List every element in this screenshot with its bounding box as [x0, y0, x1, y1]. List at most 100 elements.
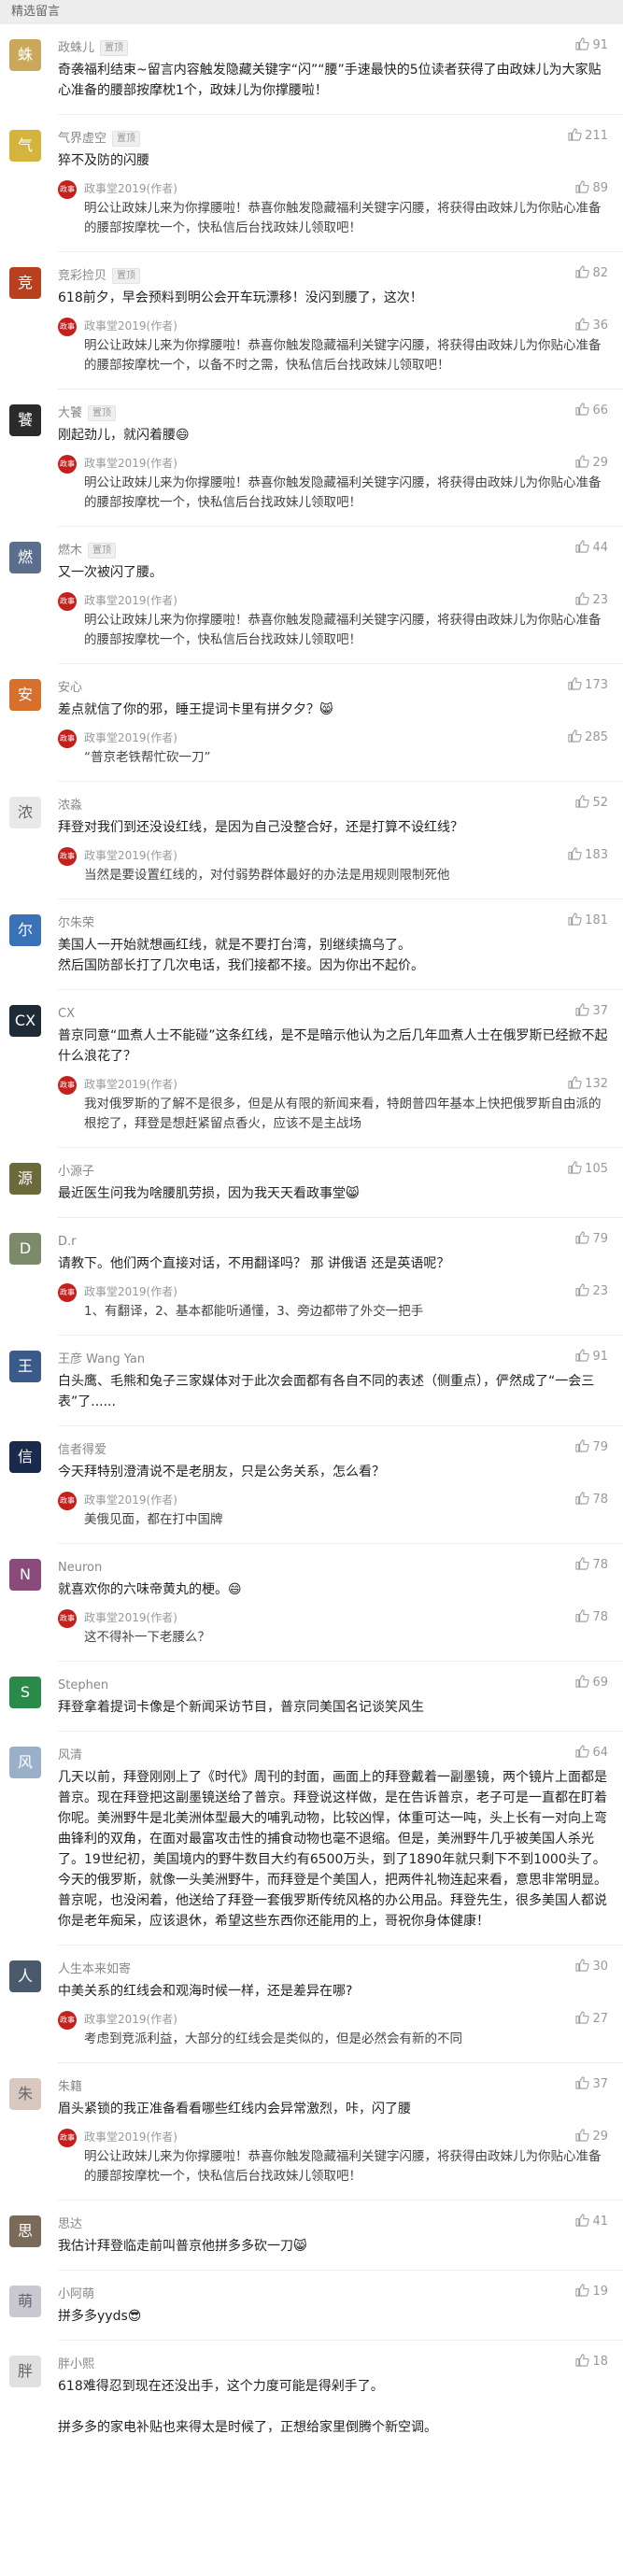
comment-item: 浓 浓淼 52 拜登对我们到还没设红线，是因为自己没整合好，还是打算不设红线？ … — [0, 782, 623, 899]
reply-meta: 政事堂2019(作者) 29 — [58, 2129, 608, 2147]
like-button[interactable]: 181 — [568, 913, 608, 927]
avatar[interactable]: 思 — [9, 2215, 41, 2247]
avatar[interactable]: 王 — [9, 1351, 41, 1382]
avatar[interactable]: 蛛 — [9, 39, 41, 71]
commenter-name[interactable]: D.r — [58, 1235, 77, 1249]
avatar[interactable]: N — [9, 1559, 41, 1591]
avatar[interactable]: 饕 — [9, 404, 41, 436]
commenter-name[interactable]: 思达 — [58, 2217, 82, 2231]
comment-meta: 安心 173 — [58, 677, 608, 698]
avatar[interactable]: 风 — [9, 1747, 41, 1778]
like-button[interactable]: 29 — [575, 2129, 608, 2144]
comment-list: 蛛 政蛛儿 置顶 91 奇袭福利结束~留言内容触发隐藏关键字“闪”“腰”手速最快的… — [0, 24, 623, 2451]
avatar[interactable]: S — [9, 1677, 41, 1708]
like-count: 285 — [585, 730, 608, 744]
comment-item: 信 信者得爱 79 今天拜特别澄清说不是老朋友，只是公务关系，怎么看？ 政事堂 … — [0, 1426, 623, 1543]
like-button[interactable]: 44 — [575, 540, 608, 555]
avatar-glyph: 王 — [17, 1357, 33, 1375]
avatar[interactable]: 浓 — [9, 797, 41, 828]
commenter-name[interactable]: 燃木 — [58, 544, 82, 558]
avatar[interactable]: 源 — [9, 1163, 41, 1195]
like-button[interactable]: 91 — [575, 1349, 608, 1364]
like-button[interactable]: 89 — [575, 180, 608, 195]
commenter-name[interactable]: Stephen — [58, 1678, 108, 1692]
avatar[interactable]: 尔 — [9, 914, 41, 946]
avatar[interactable]: 竞 — [9, 267, 41, 299]
like-button[interactable]: 52 — [575, 795, 608, 810]
like-button[interactable]: 82 — [575, 265, 608, 280]
like-button[interactable]: 66 — [575, 403, 608, 418]
comment-text: 最近医生问我为啥腰肌劳损，因为我天天看政事堂😸 — [58, 1186, 360, 1201]
commenter-name[interactable]: 人生本来如寄 — [58, 1962, 131, 1976]
like-button[interactable]: 41 — [575, 2214, 608, 2229]
like-button[interactable]: 37 — [575, 2076, 608, 2091]
author-reply: 政事堂 政事堂2019(作者) 36 明公让政妹儿来为你撑腰啦！恭喜你触发隐藏福… — [58, 314, 608, 381]
like-button[interactable]: 29 — [575, 455, 608, 470]
like-button[interactable]: 27 — [575, 2011, 608, 2026]
like-button[interactable]: 23 — [575, 592, 608, 607]
commenter-name[interactable]: 风清 — [58, 1748, 82, 1762]
reply-author-name: 政事堂2019(作者) — [84, 594, 177, 607]
avatar[interactable]: 信 — [9, 1441, 41, 1473]
avatar[interactable]: D — [9, 1233, 41, 1265]
avatar[interactable]: 燃 — [9, 542, 41, 573]
like-button[interactable]: 285 — [568, 729, 608, 744]
like-button[interactable]: 64 — [575, 1745, 608, 1760]
avatar[interactable]: 朱 — [9, 2078, 41, 2110]
thumb-up-icon — [575, 540, 592, 555]
like-button[interactable]: 19 — [575, 2284, 608, 2299]
like-button[interactable]: 78 — [575, 1557, 608, 1572]
avatar[interactable]: 气 — [9, 130, 41, 162]
like-button[interactable]: 105 — [568, 1161, 608, 1176]
commenter-name[interactable]: 大饕 — [58, 406, 82, 420]
avatar[interactable]: CX — [9, 1005, 41, 1037]
commenter-name[interactable]: CX — [58, 1007, 75, 1021]
like-count: 181 — [585, 913, 608, 927]
avatar[interactable]: 萌 — [9, 2286, 41, 2317]
like-button[interactable]: 30 — [575, 1959, 608, 1974]
like-count: 78 — [592, 1610, 608, 1624]
like-button[interactable]: 36 — [575, 318, 608, 333]
thumb-up-icon — [575, 1609, 592, 1624]
commenter-name[interactable]: 信者得爱 — [58, 1443, 106, 1457]
comment-meta: 燃木 置顶 44 — [58, 540, 608, 560]
thumb-up-icon — [568, 1161, 585, 1176]
comment-text: 普京同意“皿煮人士不能碰”这条红线，是不是暗示他认为之后几年皿煮人士在俄罗斯已经… — [58, 1028, 608, 1064]
like-button[interactable]: 132 — [568, 1076, 608, 1091]
commenter-name[interactable]: 气界虚空 — [58, 132, 106, 146]
avatar[interactable]: 安 — [9, 679, 41, 711]
like-button[interactable]: 78 — [575, 1609, 608, 1624]
like-button[interactable]: 211 — [568, 128, 608, 143]
commenter-name[interactable]: 小阿萌 — [58, 2287, 94, 2301]
comment-meta: 信者得爱 79 — [58, 1439, 608, 1460]
like-count: 64 — [592, 1746, 608, 1760]
avatar[interactable]: 人 — [9, 1960, 41, 1992]
commenter-name[interactable]: 浓淼 — [58, 799, 82, 813]
avatar-glyph: 人 — [17, 1967, 33, 1985]
like-button[interactable]: 79 — [575, 1439, 608, 1454]
commenter-name[interactable]: 王彦 Wang Yan — [58, 1352, 145, 1366]
avatar-glyph: 源 — [17, 1169, 33, 1187]
like-button[interactable]: 78 — [575, 1492, 608, 1507]
like-button[interactable]: 183 — [568, 847, 608, 862]
commenter-name[interactable]: 朱籍 — [58, 2080, 82, 2094]
commenter-name[interactable]: 小源子 — [58, 1165, 94, 1179]
like-button[interactable]: 18 — [575, 2354, 608, 2369]
commenter-name[interactable]: 安心 — [58, 681, 82, 695]
like-button[interactable]: 23 — [575, 1283, 608, 1298]
like-button[interactable]: 69 — [575, 1675, 608, 1690]
page-footer — [0, 2451, 623, 2473]
thumb-up-icon — [575, 1439, 592, 1454]
like-button[interactable]: 173 — [568, 677, 608, 692]
commenter-name[interactable]: Neuron — [58, 1561, 102, 1575]
commenter-name[interactable]: 胖小熙 — [58, 2357, 94, 2371]
like-button[interactable]: 91 — [575, 37, 608, 52]
like-button[interactable]: 37 — [575, 1003, 608, 1018]
thumb-up-icon — [575, 795, 592, 810]
commenter-name[interactable]: 政蛛儿 — [58, 41, 94, 55]
like-button[interactable]: 79 — [575, 1231, 608, 1246]
section-title: 精选留言 — [11, 5, 61, 19]
commenter-name[interactable]: 尔朱荣 — [58, 916, 94, 930]
avatar[interactable]: 胖 — [9, 2356, 41, 2387]
commenter-name[interactable]: 竞彩捡贝 — [58, 269, 106, 283]
